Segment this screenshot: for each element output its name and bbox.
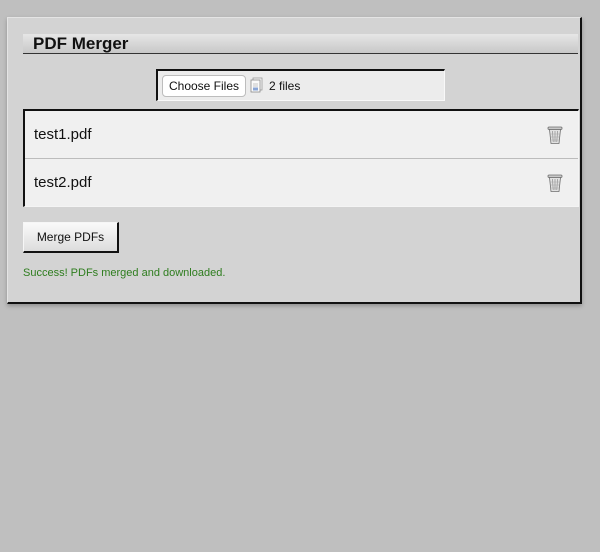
pdf-merger-panel: PDF Merger Choose Files 2 files test1.pd… bbox=[7, 17, 582, 304]
status-message: Success! PDFs merged and downloaded. bbox=[23, 267, 226, 279]
trash-icon[interactable] bbox=[546, 125, 564, 145]
file-name: test2.pdf bbox=[34, 174, 92, 191]
choose-files-button[interactable]: Choose Files bbox=[162, 75, 246, 97]
merge-pdfs-button[interactable]: Merge PDFs bbox=[23, 222, 119, 253]
file-input[interactable]: Choose Files 2 files bbox=[156, 69, 445, 101]
file-list: test1.pdf test2.pdf bbox=[23, 109, 579, 207]
file-list-item: test2.pdf bbox=[25, 159, 578, 206]
document-stack-icon bbox=[249, 77, 264, 94]
title-bar: PDF Merger bbox=[23, 34, 578, 54]
trash-icon[interactable] bbox=[546, 173, 564, 193]
file-name: test1.pdf bbox=[34, 126, 92, 143]
selected-files-count: 2 files bbox=[269, 79, 301, 93]
page-title: PDF Merger bbox=[33, 34, 129, 53]
file-list-item: test1.pdf bbox=[25, 111, 578, 159]
